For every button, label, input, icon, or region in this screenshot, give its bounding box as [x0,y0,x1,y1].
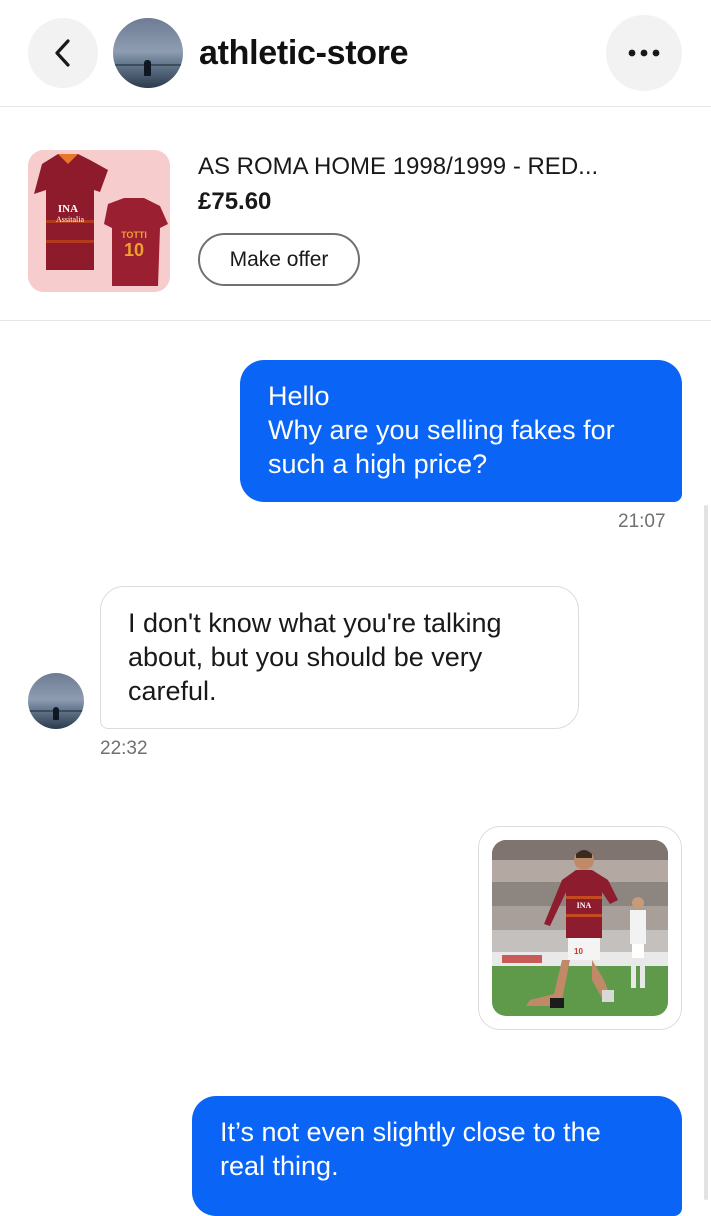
ellipsis-icon [628,49,660,57]
item-summary[interactable]: INA Assitalia TOTTI 10 AS ROMA HOME 1998… [0,107,711,321]
message-bubble-outgoing[interactable]: Hello Why are you selling fakes for such… [240,360,682,502]
svg-text:TOTTI: TOTTI [121,230,147,240]
message-bubble-outgoing[interactable]: It’s not even slightly close to the real… [192,1096,682,1216]
jersey-thumbnail[interactable]: INA Assitalia TOTTI 10 [28,150,170,292]
conversation-header: athletic-store [0,0,711,107]
scrollbar[interactable] [704,505,708,1200]
message-bubble-incoming[interactable]: I don't know what you're talking about, … [100,586,579,729]
jersey-image: INA Assitalia TOTTI 10 [28,150,170,292]
item-title[interactable]: AS ROMA HOME 1998/1999 - RED... [198,152,598,182]
back-button[interactable] [28,18,98,88]
message-timestamp: 22:32 [100,738,148,759]
message-line: It’s not even slightly close to the [220,1117,601,1147]
seller-name[interactable]: athletic-store [199,31,409,75]
image-message[interactable]: INA 10 [478,826,682,1030]
message-line: real thing. [220,1151,339,1181]
message-line: Why are you selling fakes for [268,415,615,445]
svg-text:10: 10 [124,240,144,260]
more-options-button[interactable] [606,15,682,91]
item-price: £75.60 [198,188,272,215]
message-line: Hello [268,381,330,411]
message-line: careful. [128,676,217,706]
message-line: I don't know what you're talking [128,608,502,638]
make-offer-button[interactable]: Make offer [198,233,360,286]
message-line: about, but you should be very [128,642,483,672]
seller-avatar[interactable] [113,18,183,88]
svg-text:10: 10 [574,947,583,956]
sender-avatar[interactable] [28,673,84,729]
message-line: such a high price? [268,449,488,479]
chevron-left-icon [55,39,70,67]
player-in-jersey-photo: INA 10 [492,840,668,1016]
svg-text:Assitalia: Assitalia [56,215,84,224]
player-photo[interactable]: INA 10 [492,840,668,1016]
message-timestamp: 21:07 [618,511,666,532]
svg-text:INA: INA [577,901,592,910]
svg-text:INA: INA [58,203,78,215]
